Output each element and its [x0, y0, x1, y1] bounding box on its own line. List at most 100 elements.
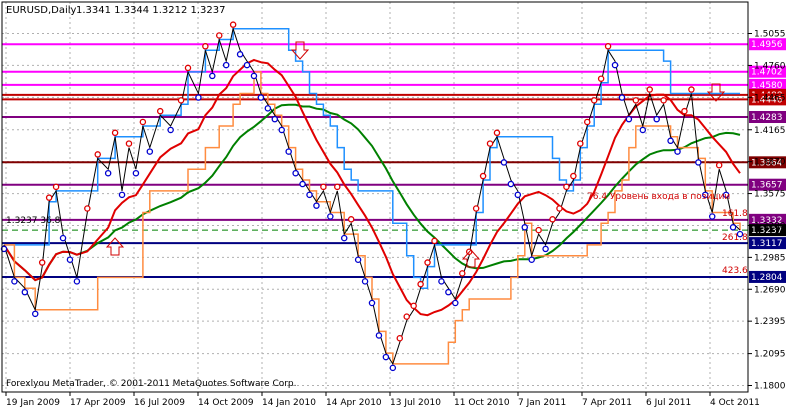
x-tick-label: 6 Jul 2011 — [646, 398, 691, 408]
low-marker — [236, 51, 244, 58]
high-marker — [229, 21, 237, 28]
price-chart[interactable]: 1.49561.47021.45801.44881.44461.42831.38… — [0, 0, 786, 410]
low-marker — [292, 169, 299, 177]
y-tick-label: 1.2395 — [754, 317, 786, 327]
low-marker — [278, 126, 285, 134]
y-tick-label: 1.4465 — [754, 93, 786, 103]
high-marker — [38, 259, 46, 266]
high-marker — [111, 129, 119, 137]
high-marker — [396, 335, 404, 342]
low-marker — [438, 278, 445, 285]
high-marker — [660, 97, 667, 104]
x-tick-label: 16 Jul 2009 — [134, 398, 185, 408]
low-marker — [327, 213, 334, 220]
x-tick-label: 14 Jan 2010 — [262, 398, 316, 408]
low-marker — [299, 180, 306, 188]
high-marker — [52, 183, 60, 191]
low-marker — [521, 224, 529, 231]
fib-level-161: 161.8 — [722, 209, 748, 219]
low-marker — [618, 94, 626, 101]
low-marker — [361, 278, 369, 285]
fib-level-423: 423.6 — [722, 266, 748, 276]
high-marker — [410, 302, 417, 310]
fib-left-label: 1.3237 36.8 — [6, 216, 61, 226]
high-marker — [177, 97, 185, 104]
low-marker — [118, 191, 126, 199]
x-tick-label: 19 Jan 2009 — [6, 398, 60, 408]
low-marker — [11, 278, 18, 285]
high-marker — [459, 270, 466, 277]
high-marker — [570, 172, 577, 180]
high-marker — [646, 86, 653, 93]
high-marker — [320, 183, 327, 191]
level-tag-label: 1.4283 — [751, 113, 783, 123]
low-marker — [375, 332, 383, 339]
chart: 1.49561.47021.45801.44881.44461.42831.38… — [0, 0, 786, 410]
y-tick-label: 1.4760 — [754, 61, 786, 71]
low-marker — [452, 299, 459, 307]
low-marker — [514, 191, 522, 199]
low-marker — [729, 224, 737, 231]
low-marker — [264, 105, 272, 112]
high-marker — [215, 32, 223, 39]
y-tick-label: 1.3575 — [754, 190, 786, 200]
high-marker — [156, 107, 164, 115]
high-marker — [125, 140, 133, 147]
high-marker — [84, 205, 91, 212]
x-tick-label: 7 Apr 2011 — [582, 398, 632, 408]
x-tick-label: 17 Apr 2009 — [70, 398, 126, 408]
low-marker — [59, 234, 67, 242]
high-marker — [715, 161, 723, 169]
low-marker — [195, 94, 202, 101]
high-marker — [45, 194, 53, 201]
low-marker — [507, 180, 515, 188]
low-marker — [382, 353, 390, 361]
high-marker — [590, 97, 598, 104]
x-tick-label: 11 Oct 2010 — [454, 398, 510, 408]
x-tick-label: 13 Jul 2010 — [390, 398, 441, 408]
low-marker — [209, 72, 216, 80]
high-marker — [632, 97, 640, 104]
low-marker — [611, 61, 619, 69]
low-marker — [354, 256, 362, 263]
level-tag-label: 1.4956 — [751, 40, 783, 50]
high-marker — [563, 183, 570, 191]
low-marker — [340, 234, 348, 242]
low-marker — [257, 94, 265, 101]
low-marker — [445, 288, 452, 296]
y-tick-label: 1.2095 — [754, 350, 786, 360]
low-marker — [222, 61, 230, 69]
y-tick-label: 1.5055 — [754, 30, 786, 40]
x-tick-label: 7 Jan 2011 — [518, 398, 566, 408]
low-marker — [667, 137, 674, 145]
low-marker — [625, 115, 633, 123]
ohlc-values: 1.3341 1.3344 1.3212 1.3237 — [76, 5, 226, 16]
low-marker — [250, 72, 258, 80]
x-tick-label: 14 Oct 2009 — [198, 398, 254, 408]
high-marker — [549, 216, 556, 223]
high-marker — [583, 118, 591, 126]
low-marker — [500, 159, 508, 166]
low-marker — [104, 169, 112, 177]
high-marker — [604, 43, 612, 50]
high-marker — [479, 172, 487, 180]
low-marker — [285, 148, 292, 155]
y-tick-label: 1.2690 — [754, 285, 786, 295]
symbol-timeframe: EURUSD,Daily — [6, 5, 77, 16]
low-marker — [21, 288, 29, 296]
low-marker — [132, 169, 140, 177]
x-tick-label: 4 Oct 2011 — [710, 398, 760, 408]
low-marker — [368, 299, 376, 307]
low-marker — [73, 278, 81, 285]
high-marker — [417, 280, 424, 288]
y-tick-label: 1.3870 — [754, 158, 786, 168]
high-marker — [202, 43, 209, 50]
level-tag-label: 1.2804 — [751, 273, 783, 283]
low-marker — [313, 202, 320, 209]
fib-level-261: 261.8 — [722, 233, 748, 243]
high-marker — [597, 75, 605, 82]
copyright-text: Forexlyou MetaTrader, © 2001-2011 MetaQu… — [6, 379, 297, 389]
high-marker — [535, 226, 542, 234]
low-marker — [306, 191, 313, 199]
low-marker — [542, 245, 549, 253]
